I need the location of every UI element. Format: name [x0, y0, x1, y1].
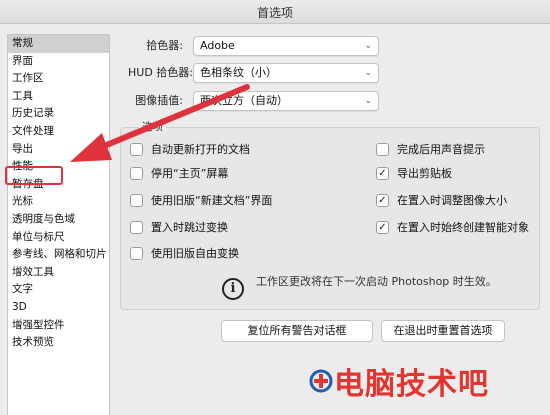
arrow-shaft	[89, 84, 250, 154]
red-arrow-annotation	[70, 84, 250, 162]
watermark-logo-icon	[309, 369, 333, 393]
watermark-text: 电脑技术吧	[334, 367, 489, 402]
arrow-head	[70, 133, 112, 162]
